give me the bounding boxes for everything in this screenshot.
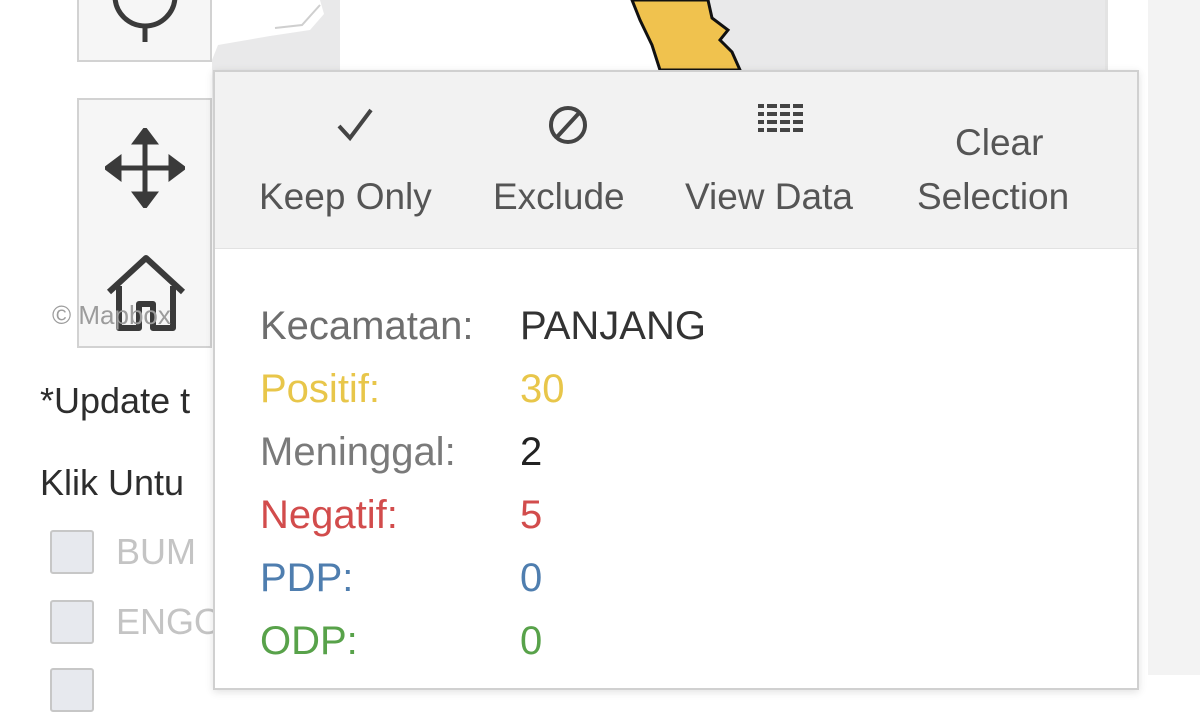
clear-selection-button[interactable]: Clear Selection [915, 72, 1105, 248]
keep-only-button[interactable]: Keep Only [255, 72, 455, 248]
update-note: *Update t [40, 380, 191, 421]
keep-only-label: Keep Only [259, 176, 432, 217]
exclude-icon [549, 106, 587, 144]
tooltip-action-bar: Keep Only Exclude View Data Clear Select… [215, 72, 1137, 249]
move-icon [105, 128, 185, 208]
detail-value: 5 [520, 493, 543, 537]
filter-heading: Klik Untu [40, 462, 185, 503]
search-icon [112, 0, 177, 42]
view-data-label: View Data [685, 176, 853, 217]
detail-label: ODP: [260, 619, 358, 663]
exclude-button[interactable]: Exclude [493, 72, 643, 248]
map-tooltip: Keep Only Exclude View Data Clear Select… [213, 70, 1139, 690]
detail-value: 30 [520, 367, 565, 411]
detail-value: 0 [520, 619, 543, 663]
detail-label: Positif: [260, 367, 381, 411]
filter-item-bum[interactable]: BUM [50, 530, 196, 574]
filter-label: ENGO [116, 601, 223, 642]
checkbox[interactable] [50, 600, 94, 644]
search-button[interactable] [77, 0, 212, 62]
view-data-button[interactable]: View Data [683, 72, 878, 248]
clear-label-line1: Clear [955, 122, 1044, 163]
filter-item-engo[interactable]: ENGO [50, 600, 222, 644]
detail-label: PDP: [260, 556, 354, 600]
map-attribution[interactable]: © Mapbox [52, 300, 171, 331]
checkmark-icon [337, 108, 373, 142]
exclude-label: Exclude [493, 176, 625, 217]
clear-label-line2: Selection [917, 176, 1070, 217]
right-scroll-strip [1148, 0, 1200, 675]
detail-label: Negatif: [260, 493, 398, 537]
detail-label: Kecamatan: [260, 304, 474, 348]
detail-label: Meninggal: [260, 430, 456, 474]
grid-table-icon [757, 104, 803, 132]
detail-value: 0 [520, 556, 543, 600]
filter-label: BUM [116, 531, 196, 572]
detail-value: PANJANG [520, 304, 706, 348]
detail-value: 2 [520, 430, 543, 474]
checkbox[interactable] [50, 530, 94, 574]
pan-tool[interactable] [105, 128, 185, 208]
